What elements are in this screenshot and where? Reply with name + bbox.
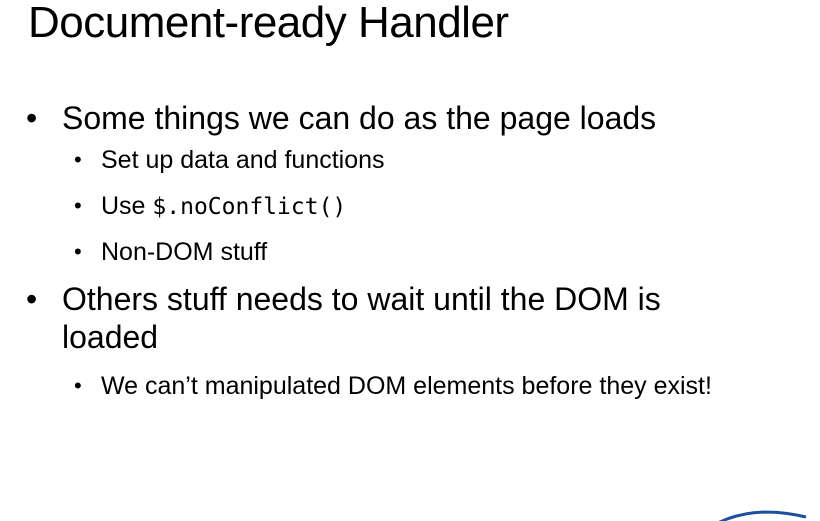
- bullet-text: Some things we can do as the page loads: [62, 100, 657, 136]
- slide: Document-ready Handler • Some things we …: [0, 0, 820, 521]
- slide-title: Document-ready Handler: [28, 0, 509, 47]
- bullet-text: We can’t manipulated DOM elements before…: [101, 371, 712, 400]
- bullet-item-noconflict: • Use $.noConflict(): [26, 191, 806, 222]
- bullet-text-prefix: Use: [101, 191, 153, 220]
- blue-swoosh-logo-icon: [718, 510, 807, 521]
- bullet-item-wait-for-dom: • Others stuff needs to wait until the D…: [26, 281, 752, 357]
- bullet-item-non-dom: • Non-DOM stuff: [26, 237, 806, 267]
- bullet-dot-icon: •: [74, 239, 82, 265]
- bullet-list: • Some things we can do as the page load…: [26, 100, 806, 401]
- bullet-item-cant-manipulate: • We can’t manipulated DOM elements befo…: [26, 371, 801, 401]
- bullet-dot-icon: •: [74, 372, 82, 398]
- bullet-dot-icon: •: [26, 100, 38, 136]
- bullet-dot-icon: •: [26, 281, 38, 318]
- bullet-dot-icon: •: [74, 192, 82, 218]
- bullet-text: Others stuff needs to wait until the DOM…: [62, 281, 661, 356]
- bullet-item-page-loads: • Some things we can do as the page load…: [26, 100, 806, 138]
- bullet-text: Non-DOM stuff: [101, 238, 268, 267]
- bullet-text: Set up data and functions: [101, 145, 385, 174]
- bullet-item-setup-data: • Set up data and functions: [26, 145, 806, 175]
- code-noconflict: $.noConflict(): [152, 193, 347, 220]
- bullet-dot-icon: •: [74, 146, 82, 172]
